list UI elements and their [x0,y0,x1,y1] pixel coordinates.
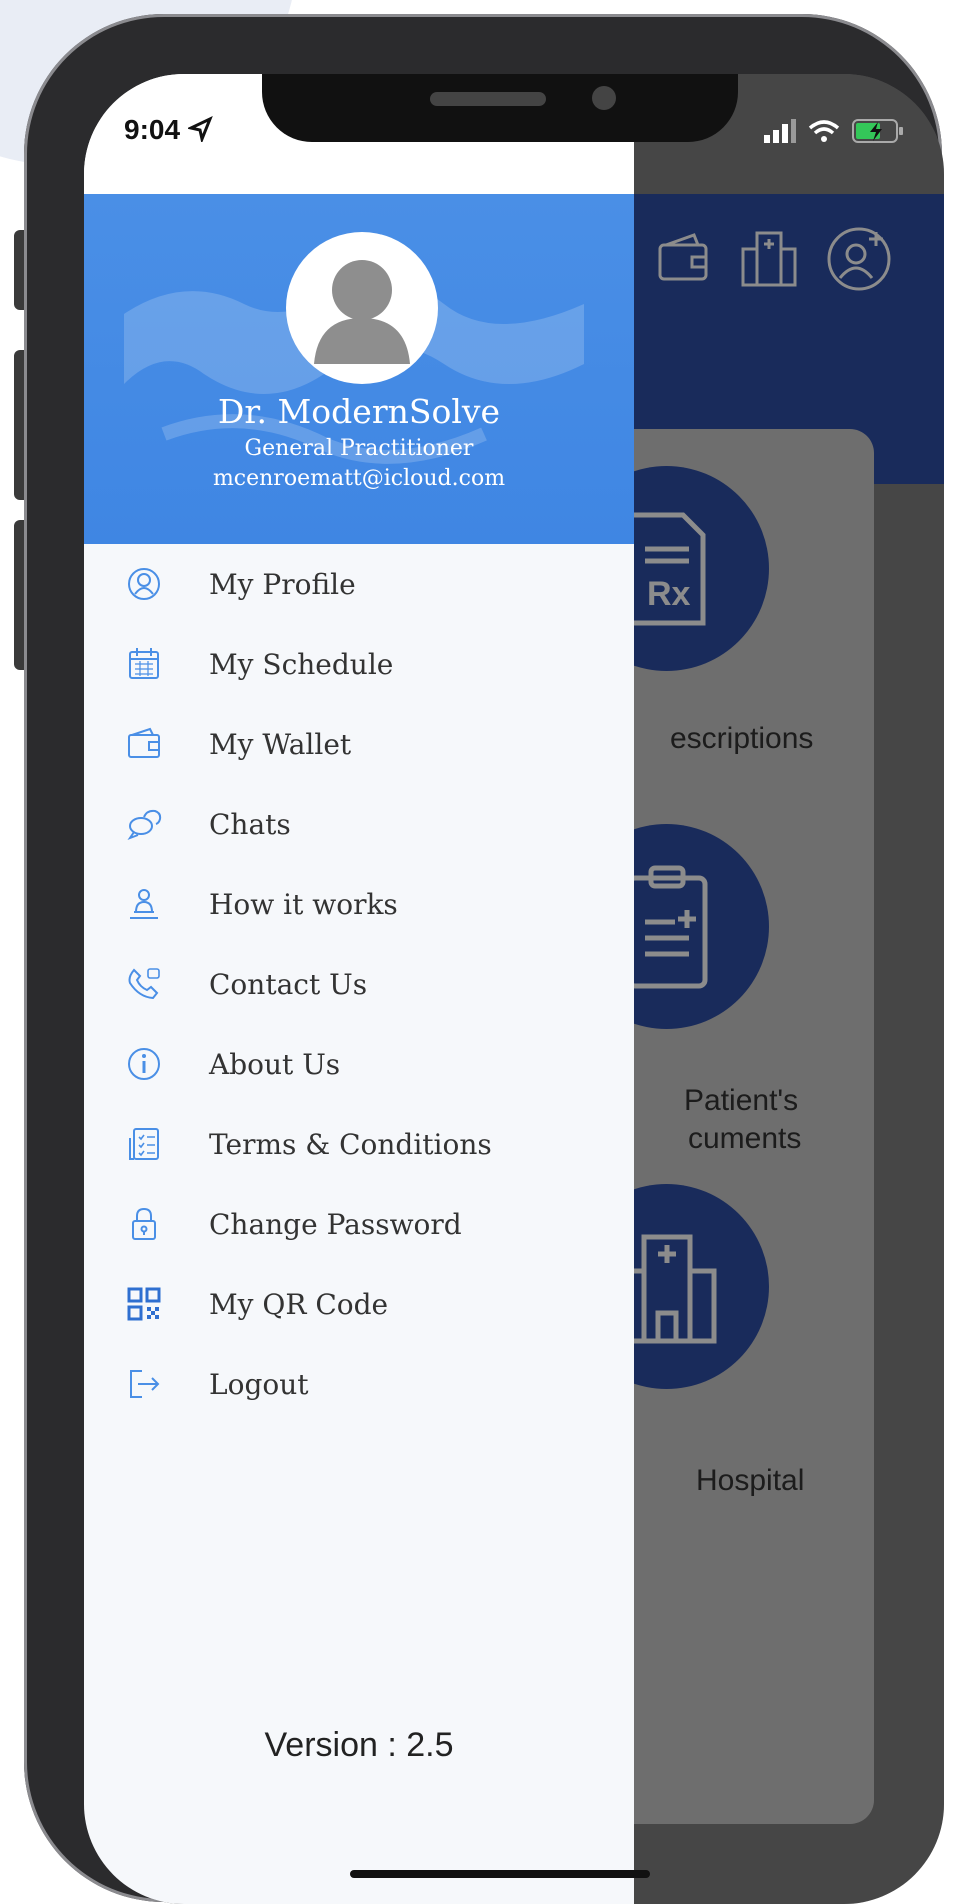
avatar[interactable] [286,232,438,384]
phone-icon [124,964,164,1004]
speaker-grille [430,92,546,106]
wifi-icon [808,120,840,142]
user-role: General Practitioner [244,436,474,461]
menu-label: My Profile [209,567,356,601]
menu-label: Contact Us [209,967,368,1001]
menu-item-about-us[interactable]: About Us [84,1024,634,1104]
front-camera [592,86,616,110]
menu-item-my-wallet[interactable]: My Wallet [84,704,634,784]
notch [262,74,738,142]
phone-frame: Rx escriptions Patient's cuments Hospita… [24,14,944,1904]
wallet-icon [124,724,164,764]
status-bar: 9:04 [84,74,944,194]
menu-label: My Wallet [209,727,352,761]
menu-label: About Us [209,1047,341,1081]
menu-label: Logout [209,1367,309,1401]
menu-item-my-qr-code[interactable]: My QR Code [84,1264,634,1344]
home-indicator[interactable] [350,1870,650,1878]
menu-label: Terms & Conditions [209,1127,492,1161]
menu-label: Change Password [209,1207,462,1241]
checklist-icon [124,1124,164,1164]
menu-label: My QR Code [209,1287,389,1321]
lock-icon [124,1204,164,1244]
location-arrow-icon [186,116,213,145]
menu-item-chats[interactable]: Chats [84,784,634,864]
menu-item-logout[interactable]: Logout [84,1344,634,1424]
app-version: Version : 2.5 [264,1726,454,1764]
chat-icon [124,804,164,844]
menu-item-terms-conditions[interactable]: Terms & Conditions [84,1104,634,1184]
user-avatar-icon [314,260,410,364]
menu-item-change-password[interactable]: Change Password [84,1184,634,1264]
battery-icon [852,119,903,143]
info-icon [124,1044,164,1084]
status-icons [762,118,904,144]
menu-item-my-schedule[interactable]: My Schedule [84,624,634,704]
menu-label: Chats [209,807,291,841]
signal-icon [764,119,796,143]
navigation-drawer: Dr. ModernSolve General Practitioner mce… [84,74,634,1904]
menu-item-how-it-works[interactable]: How it works [84,864,634,944]
how-it-works-icon [124,884,164,924]
logout-icon [124,1364,164,1404]
user-email: mcenroematt@icloud.com [212,466,506,491]
phone-screen: Rx escriptions Patient's cuments Hospita… [84,74,944,1904]
menu-label: How it works [209,887,398,921]
status-time: 9:04 [124,114,214,146]
menu-item-contact-us[interactable]: Contact Us [84,944,634,1024]
user-name: Dr. ModernSolve [217,392,501,431]
profile-icon [124,564,164,604]
menu-label: My Schedule [209,647,394,681]
menu-item-my-profile[interactable]: My Profile [84,544,634,624]
qr-code-icon [124,1284,164,1324]
calendar-icon [124,644,164,684]
